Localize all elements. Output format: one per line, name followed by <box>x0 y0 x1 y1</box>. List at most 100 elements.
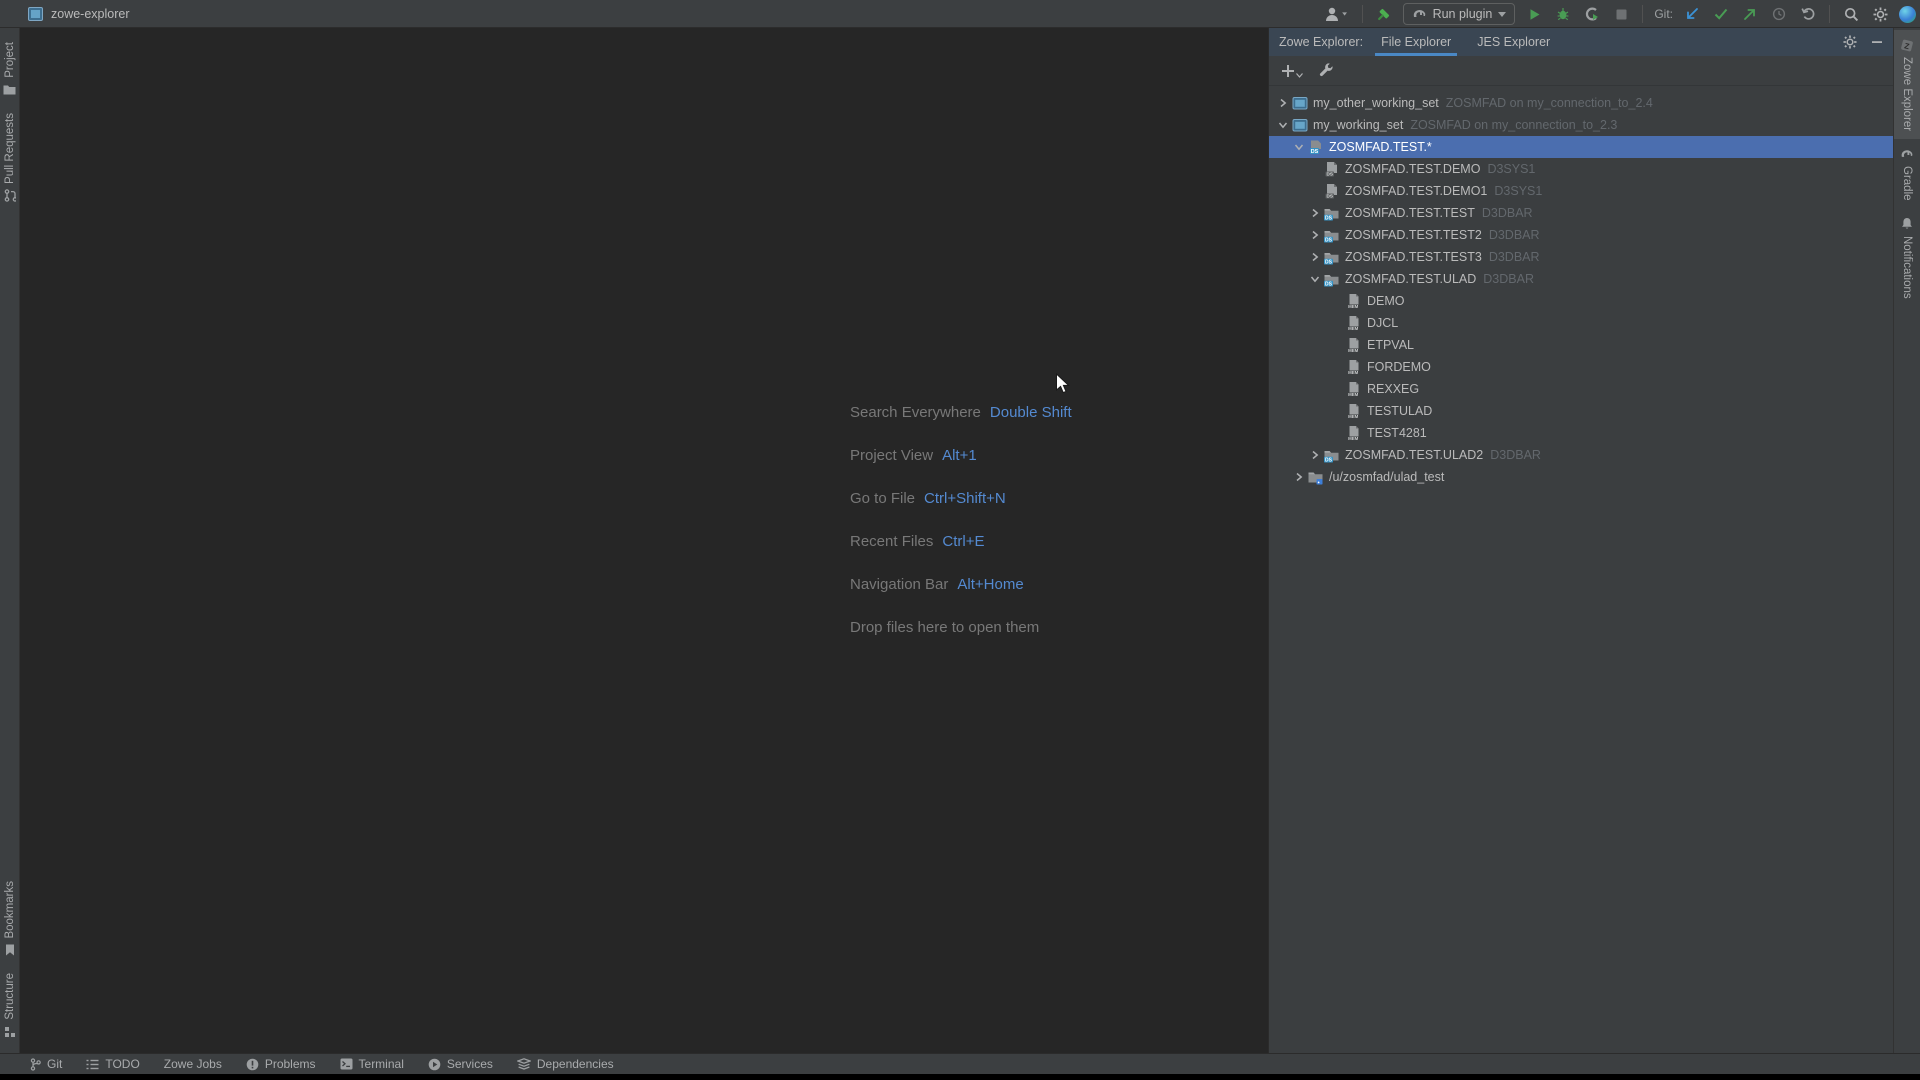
chevron-right-icon[interactable] <box>1307 249 1323 265</box>
tree-indent <box>1329 403 1345 419</box>
rollback-icon[interactable] <box>1798 3 1818 25</box>
chevron-right-icon[interactable] <box>1275 95 1291 111</box>
tree-row[interactable]: MEMTESTULAD <box>1269 400 1893 422</box>
hide-tool-window-icon[interactable] <box>1871 36 1883 48</box>
tool-window-stripe-zowe-explorer[interactable]: ZZowe Explorer <box>1894 30 1920 139</box>
toolbar-separator <box>1829 5 1830 23</box>
gradle-elephant-icon <box>1412 9 1427 20</box>
tree-label: ZOSMFAD.TEST.* <box>1329 140 1432 154</box>
debug-icon[interactable] <box>1553 3 1573 25</box>
mouse-cursor <box>1055 373 1071 395</box>
tree-row[interactable]: DSZOSMFAD.TEST.DEMOD3SYS1 <box>1269 158 1893 180</box>
git-push-icon[interactable] <box>1740 3 1760 25</box>
tree-label: REXXEG <box>1367 382 1419 396</box>
svg-text:DS: DS <box>1325 237 1333 243</box>
tree-row[interactable]: DSZOSMFAD.TEST.DEMO1D3SYS1 <box>1269 180 1893 202</box>
git-branch-icon <box>30 1058 41 1071</box>
chevron-down-icon[interactable] <box>1275 117 1291 133</box>
statusbar-services[interactable]: Services <box>428 1057 493 1071</box>
search-everywhere-icon[interactable] <box>1841 3 1861 25</box>
run-icon[interactable] <box>1524 3 1544 25</box>
ide-feature-sphere-icon[interactable] <box>1899 6 1916 23</box>
tree-label: TESTULAD <box>1367 404 1432 418</box>
left-stripe-top: ProjectPull Requests <box>0 34 19 211</box>
svg-text:DS: DS <box>1325 259 1333 265</box>
tree-label: ZOSMFAD.TEST.TEST2 <box>1345 228 1482 242</box>
statusbar-todo[interactable]: TODO <box>86 1057 139 1071</box>
member-icon: MEM <box>1345 381 1362 397</box>
tree-indent <box>1307 183 1323 199</box>
svg-text:DS: DS <box>1325 281 1333 287</box>
add-working-set-button[interactable] <box>1281 64 1303 78</box>
member-icon: MEM <box>1345 337 1362 353</box>
dependencies-icon <box>517 1058 531 1070</box>
tool-window-gear-icon[interactable] <box>1843 35 1857 49</box>
tree-row[interactable]: my_other_working_setZOSMFAD on my_connec… <box>1269 92 1893 114</box>
chevron-right-icon[interactable] <box>1291 469 1307 485</box>
tree-row[interactable]: MEMFORDEMO <box>1269 356 1893 378</box>
svg-text:DS: DS <box>1325 457 1333 463</box>
tree-label: my_other_working_set <box>1313 96 1439 110</box>
settings-gear-icon[interactable] <box>1870 3 1890 25</box>
left-tool-window-stripe: ProjectPull Requests Bookmarks Structure <box>0 28 20 1053</box>
tree-row[interactable]: MEM DJCL <box>1269 312 1893 334</box>
tree-row[interactable]: MEMETPVAL <box>1269 334 1893 356</box>
title-bar: zowe-explorer Run plugin <box>0 0 1920 28</box>
tree-row[interactable]: MEMTEST4281 <box>1269 422 1893 444</box>
chevron-right-icon[interactable] <box>1307 447 1323 463</box>
tree-row[interactable]: DSZOSMFAD.TEST.TEST2D3DBAR <box>1269 224 1893 246</box>
shortcut-hint-row: Search EverywhereDouble Shift <box>850 391 1072 434</box>
chevron-down-icon[interactable] <box>1307 271 1323 287</box>
chevron-down-icon[interactable] <box>1291 139 1307 155</box>
build-hammer-icon[interactable] <box>1374 3 1394 25</box>
member-icon: MEM <box>1345 315 1362 331</box>
git-commit-icon[interactable] <box>1711 3 1731 25</box>
statusbar-problems[interactable]: Problems <box>246 1057 316 1071</box>
tab-jes-explorer[interactable]: JES Explorer <box>1465 28 1562 56</box>
tree-row[interactable]: DSZOSMFAD.TEST.* <box>1269 136 1893 158</box>
tree-row[interactable]: MEMDEMO <box>1269 290 1893 312</box>
tree-row[interactable]: my_working_setZOSMFAD on my_connection_t… <box>1269 114 1893 136</box>
screen-bottom-edge <box>0 1074 1920 1080</box>
statusbar-git[interactable]: Git <box>30 1057 62 1071</box>
member-icon: MEM <box>1345 293 1362 309</box>
shortcut-keys: Alt+Home <box>957 576 1023 593</box>
tree-row[interactable]: DSZOSMFAD.TEST.TEST3D3DBAR <box>1269 246 1893 268</box>
drop-files-hint: Drop files here to open them <box>850 606 1072 649</box>
tree-suffix: D3SYS1 <box>1494 184 1542 198</box>
shortcut-keys: Alt+1 <box>942 447 977 464</box>
chevron-right-icon[interactable] <box>1307 205 1323 221</box>
tab-file-explorer[interactable]: File Explorer <box>1369 28 1463 56</box>
tool-window-stripe-project[interactable]: Project <box>0 34 19 105</box>
tree-label: DJCL <box>1367 316 1398 330</box>
chevron-right-icon[interactable] <box>1307 227 1323 243</box>
tool-window-stripe-notifications[interactable]: Notifications <box>1894 209 1920 307</box>
folder-icon <box>3 83 17 97</box>
profiler-icon[interactable] <box>1582 3 1602 25</box>
tree-row[interactable]: /u/zosmfad/ulad_test <box>1269 466 1893 488</box>
tool-window-stripe-gradle[interactable]: Gradle <box>1894 139 1920 209</box>
tree-row[interactable]: DSZOSMFAD.TEST.ULADD3DBAR <box>1269 268 1893 290</box>
tool-window-stripe-bookmarks[interactable]: Bookmarks <box>0 873 19 966</box>
statusbar-zowe-jobs[interactable]: Zowe Jobs <box>164 1057 222 1071</box>
run-configuration-selector[interactable]: Run plugin <box>1403 3 1516 25</box>
tree-indent <box>1329 425 1345 441</box>
left-stripe-bottom: Bookmarks Structure <box>0 873 19 1047</box>
tree-row[interactable]: DSZOSMFAD.TEST.TESTD3DBAR <box>1269 202 1893 224</box>
statusbar-dependencies[interactable]: Dependencies <box>517 1057 614 1071</box>
stop-icon[interactable] <box>1611 3 1631 25</box>
terminal-icon <box>340 1058 353 1070</box>
stripe-label: Structure <box>4 973 16 1020</box>
tree-row[interactable]: DSZOSMFAD.TEST.ULAD2D3DBAR <box>1269 444 1893 466</box>
tool-window-stripe-pull-requests[interactable]: Pull Requests <box>0 105 19 211</box>
user-account-icon[interactable] <box>1321 3 1351 25</box>
status-bar: Git TODO Zowe Jobs Problems Terminal Services… <box>0 1053 1920 1074</box>
git-update-icon[interactable] <box>1682 3 1702 25</box>
edit-working-sets-wrench-icon[interactable] <box>1319 63 1334 78</box>
tool-window-stripe-structure[interactable]: Structure <box>0 965 19 1047</box>
tree-row[interactable]: MEM REXXEG <box>1269 378 1893 400</box>
history-icon[interactable] <box>1769 3 1789 25</box>
working-set-icon <box>1291 95 1308 111</box>
editor-empty-area[interactable]: Search EverywhereDouble ShiftProject Vie… <box>21 28 1267 1053</box>
statusbar-terminal[interactable]: Terminal <box>340 1057 404 1071</box>
